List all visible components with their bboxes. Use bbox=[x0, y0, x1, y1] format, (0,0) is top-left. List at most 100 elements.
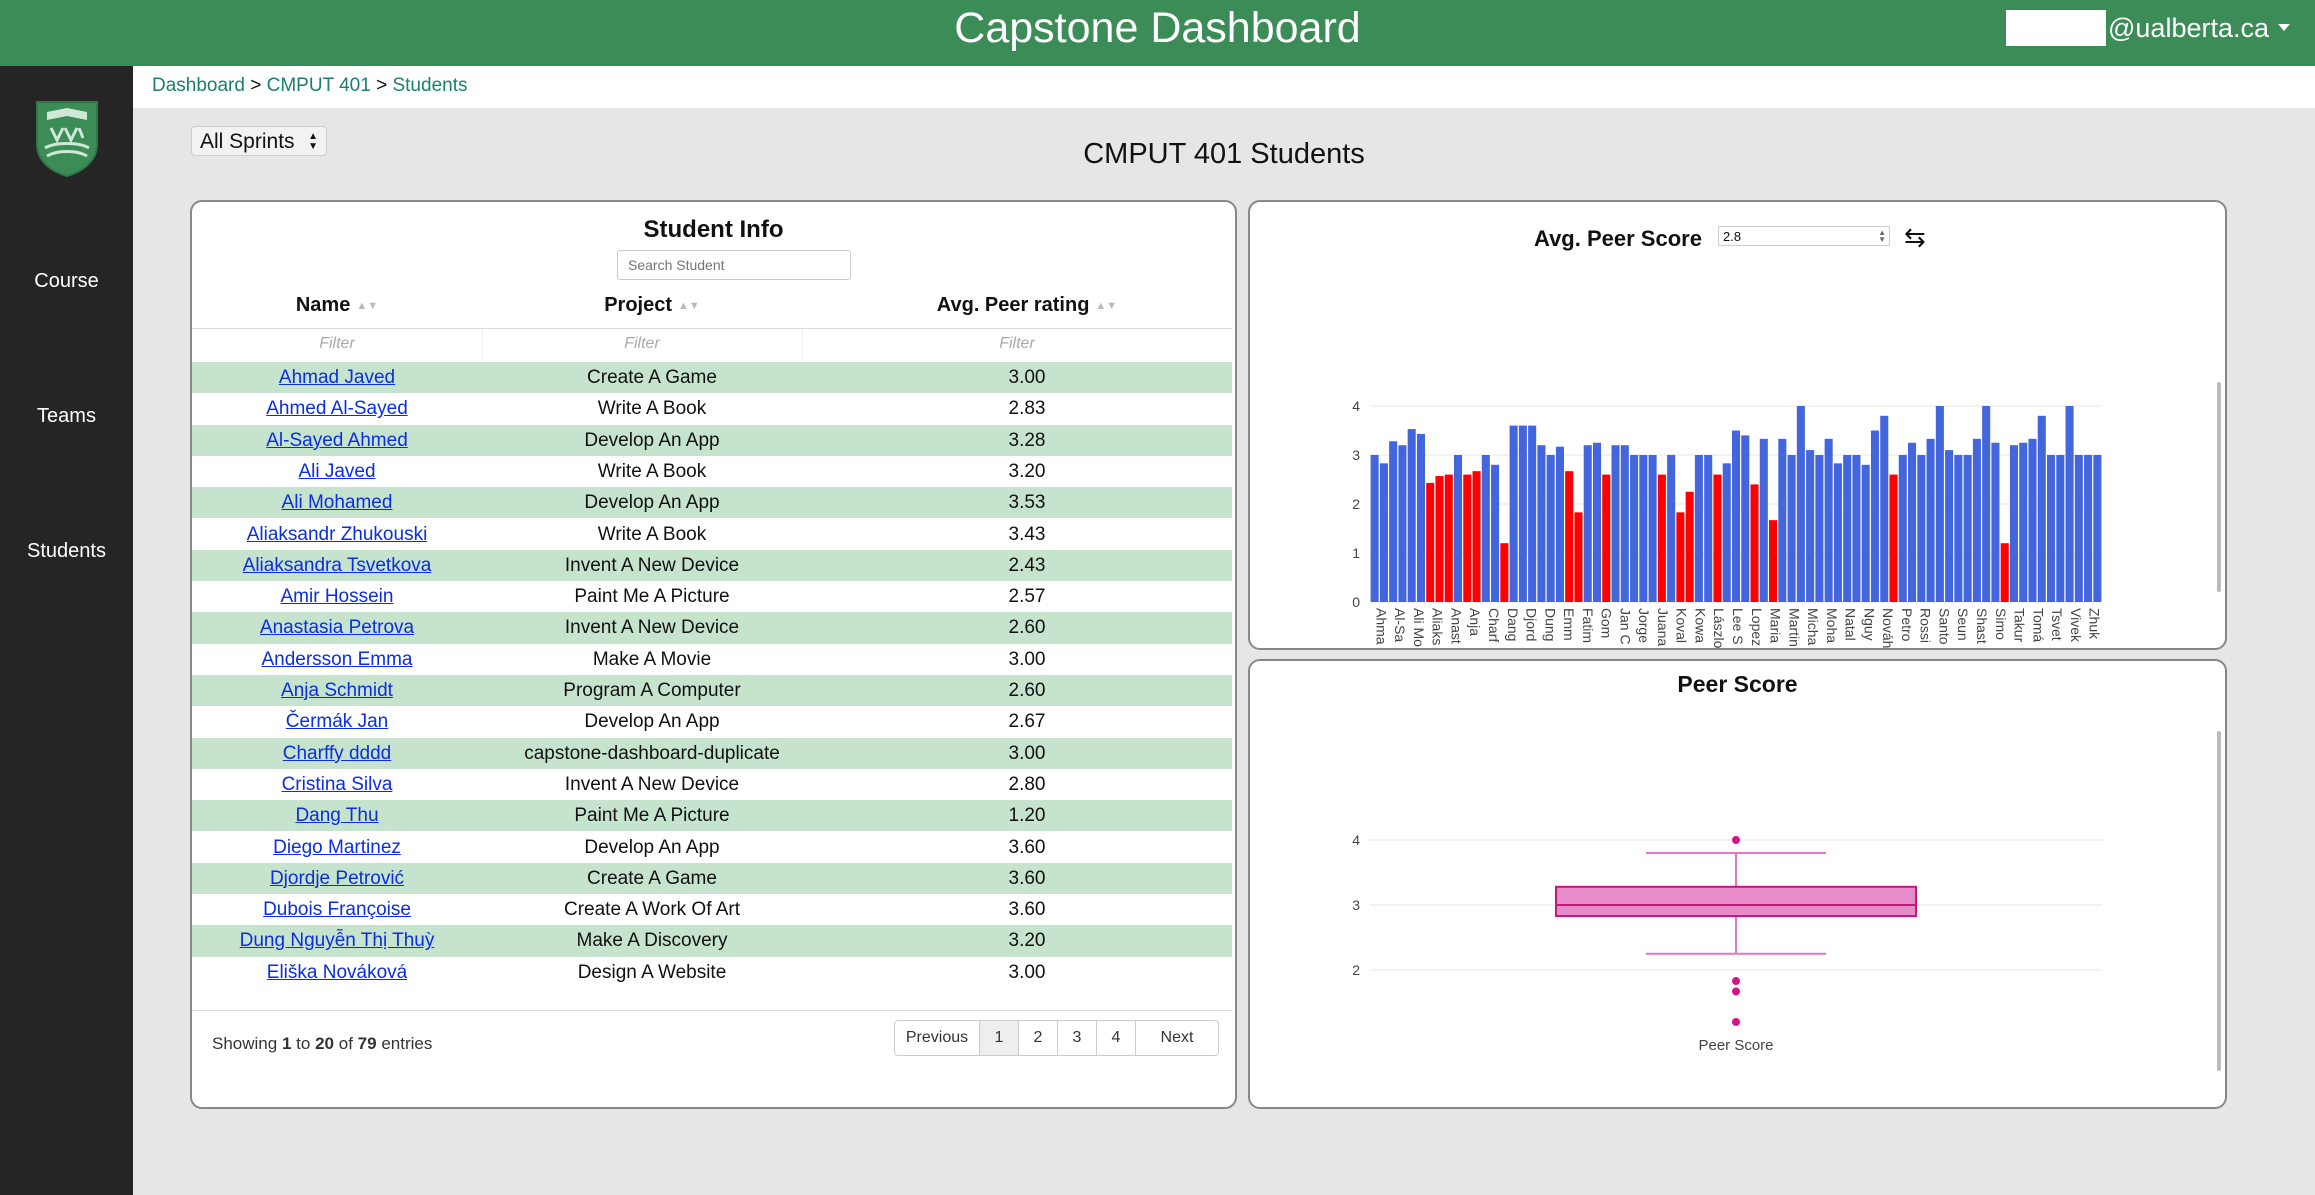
bar bbox=[1861, 464, 1870, 602]
student-name-link[interactable]: Ahmad Javed bbox=[279, 367, 395, 388]
table-row: Eliška Nováková Design A Website 3.00 bbox=[192, 957, 1232, 988]
bar bbox=[1963, 455, 1972, 602]
student-project-cell: capstone-dashboard-duplicate bbox=[524, 742, 780, 764]
name-cell: Anastasia Petrova bbox=[192, 612, 482, 643]
student-name-link[interactable]: Dubois Françoise bbox=[263, 899, 411, 920]
student-name-link[interactable]: Diego Martinez bbox=[273, 837, 401, 858]
search-input[interactable] bbox=[617, 250, 851, 280]
student-name-link[interactable]: Andersson Emma bbox=[261, 649, 412, 670]
filter-rating-input[interactable]: Filter bbox=[802, 329, 1232, 359]
student-rating-cell: 2.80 bbox=[1008, 773, 1046, 795]
x-tick-label: Micha bbox=[1805, 608, 1821, 646]
bar bbox=[1704, 455, 1713, 602]
breadcrumb-students[interactable]: Students bbox=[392, 75, 467, 96]
previous-button[interactable]: Previous bbox=[894, 1020, 980, 1056]
bar bbox=[1731, 430, 1741, 602]
bar bbox=[1796, 406, 1805, 602]
bar bbox=[1694, 455, 1703, 602]
bar bbox=[1722, 463, 1731, 602]
table-row: Charffy dddd capstone-dashboard-duplicate… bbox=[192, 737, 1232, 769]
bar bbox=[1880, 415, 1889, 602]
student-name-link[interactable]: Dung Nguyễn Thị Thuỳ bbox=[240, 930, 435, 951]
next-button[interactable]: Next bbox=[1135, 1020, 1219, 1056]
x-tick-label: Emm bbox=[1561, 608, 1577, 641]
page-3-button[interactable]: 3 bbox=[1057, 1020, 1097, 1056]
bar bbox=[1657, 474, 1666, 602]
chart-scrollbar[interactable] bbox=[2217, 382, 2221, 592]
name-cell: Ali Javed bbox=[192, 456, 482, 487]
column-header-project[interactable]: Project ▲▼ bbox=[482, 294, 822, 324]
name-cell: Al-Sayed Ahmed bbox=[192, 425, 482, 456]
x-tick-label: Gom bbox=[1599, 608, 1615, 638]
student-name-link[interactable]: Anja Schmidt bbox=[281, 680, 393, 701]
student-name-link[interactable]: Anastasia Petrova bbox=[260, 617, 414, 638]
table-row: Anastasia Petrova Invent A New Device 2.60 bbox=[192, 612, 1232, 644]
student-project-cell: Paint Me A Picture bbox=[574, 805, 730, 827]
page-2-button[interactable]: 2 bbox=[1018, 1020, 1058, 1056]
x-tick-label: Nováh bbox=[1880, 608, 1896, 648]
student-name-link[interactable]: Amir Hossein bbox=[281, 586, 394, 607]
bar bbox=[1676, 512, 1685, 602]
y-tick-label: 4 bbox=[1352, 832, 1360, 848]
student-name-link[interactable]: Al-Sayed Ahmed bbox=[266, 430, 408, 451]
student-name-link[interactable]: Charffy dddd bbox=[283, 743, 391, 764]
table-row: Dubois Françoise Create A Work Of Art 3.60 bbox=[192, 894, 1232, 925]
name-cell: Cristina Silva bbox=[192, 769, 482, 800]
table-row: Cristina Silva Invent A New Device 2.80 bbox=[192, 769, 1232, 800]
table-info: Showing 1 to 20 of 79 entries bbox=[212, 1034, 433, 1053]
caret-down-icon[interactable] bbox=[2278, 24, 2290, 31]
breadcrumb-bar: Dashboard > CMPUT 401 > Students bbox=[133, 66, 2315, 108]
student-name-link[interactable]: Ahmed Al-Sayed bbox=[266, 398, 408, 419]
breadcrumb-dashboard[interactable]: Dashboard bbox=[152, 75, 245, 96]
avg-peer-score-chart: 0 1 2 3 4 Ahma Al-Sa Ali Mo Aliaks Anast Anja Charf… bbox=[1352, 398, 2102, 648]
x-axis-label: Peer Score bbox=[1698, 1037, 1773, 1054]
peer-score-card: Peer Score 2 3 4 Peer Score bbox=[1248, 659, 2227, 1109]
user-email-menu[interactable]: @ualberta.ca bbox=[2108, 8, 2269, 48]
x-tick-label: Ahma bbox=[1373, 608, 1389, 645]
x-tick-label: Ali Mo bbox=[1411, 608, 1427, 647]
student-name-link[interactable]: Aliaksandr Zhukouski bbox=[247, 524, 428, 545]
sidebar-item-students[interactable]: Students bbox=[0, 540, 133, 563]
table-row: Aliaksandra Tsvetkova Invent A New Device… bbox=[192, 549, 1232, 582]
column-header-rating[interactable]: Avg. Peer rating ▲▼ bbox=[822, 294, 1232, 324]
x-tick-label: Dang bbox=[1505, 608, 1521, 641]
student-name-link[interactable]: Čermák Jan bbox=[286, 711, 388, 732]
chart-scrollbar[interactable] bbox=[2217, 731, 2221, 1071]
filter-project-input[interactable]: Filter bbox=[482, 329, 803, 359]
column-header-name[interactable]: Name ▲▼ bbox=[192, 294, 482, 324]
page-1-button[interactable]: 1 bbox=[979, 1020, 1019, 1056]
name-cell: Djordje Petrović bbox=[192, 863, 482, 894]
bar bbox=[2037, 415, 2046, 602]
bar bbox=[2019, 442, 2028, 602]
bar bbox=[2056, 455, 2065, 602]
student-name-link[interactable]: Eliška Nováková bbox=[267, 962, 407, 983]
student-rating-cell: 1.20 bbox=[1008, 805, 1046, 827]
bar bbox=[1926, 438, 1935, 602]
bar bbox=[1528, 425, 1537, 602]
x-tick-label: Charf bbox=[1486, 608, 1502, 642]
x-tick-label: Takur bbox=[2012, 608, 2028, 643]
table-row: Ahmad Javed Create A Game 3.00 bbox=[192, 362, 1232, 394]
page-4-button[interactable]: 4 bbox=[1096, 1020, 1136, 1056]
table-row: Ali Mohamed Develop An App 3.53 bbox=[192, 487, 1232, 519]
sidebar-item-course[interactable]: Course bbox=[0, 270, 133, 293]
filter-name-input[interactable]: Filter bbox=[192, 329, 483, 359]
student-name-link[interactable]: Ali Javed bbox=[298, 461, 375, 482]
student-name-link[interactable]: Djordje Petrović bbox=[270, 868, 404, 889]
student-name-link[interactable]: Ali Mohamed bbox=[282, 492, 393, 513]
bar bbox=[2065, 406, 2074, 602]
student-rating-cell: 3.60 bbox=[1008, 899, 1046, 921]
sidebar-item-teams[interactable]: Teams bbox=[0, 405, 133, 428]
bar bbox=[1852, 455, 1861, 602]
bar bbox=[1444, 474, 1453, 602]
bar bbox=[2074, 455, 2083, 602]
student-name-link[interactable]: Aliaksandra Tsvetkova bbox=[243, 555, 432, 576]
bar bbox=[1463, 474, 1472, 602]
table-row: Djordje Petrović Create A Game 3.60 bbox=[192, 862, 1232, 895]
student-rating-cell: 3.60 bbox=[1008, 867, 1046, 889]
sidebar: Course Teams Students bbox=[0, 66, 133, 1195]
breadcrumb-course[interactable]: CMPUT 401 bbox=[267, 75, 371, 96]
bar bbox=[1806, 450, 1815, 602]
student-name-link[interactable]: Dang Thu bbox=[295, 805, 378, 826]
student-name-link[interactable]: Cristina Silva bbox=[282, 774, 393, 795]
